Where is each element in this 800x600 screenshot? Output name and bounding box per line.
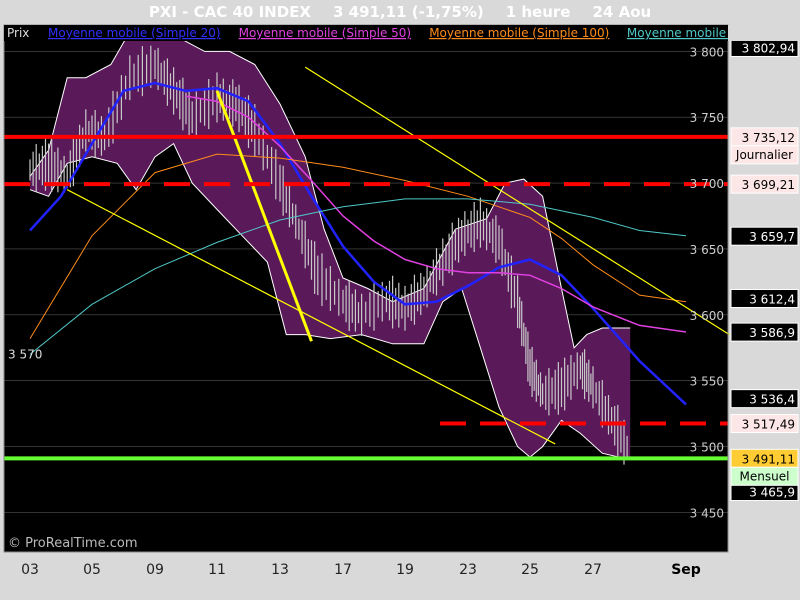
level-tag-label: Journalier bbox=[735, 148, 793, 162]
level-value-label: 3 491,11 bbox=[742, 452, 795, 466]
x-tick-label: 09 bbox=[146, 562, 164, 578]
left-level-label: 3 570 bbox=[8, 347, 42, 361]
y-tick-label: 3 750 bbox=[690, 111, 724, 125]
y-tick-label: 3 550 bbox=[690, 375, 724, 389]
y-tick-label: 3 450 bbox=[690, 506, 724, 520]
x-tick-label: 23 bbox=[459, 562, 477, 578]
x-tick-label: 03 bbox=[21, 562, 39, 578]
chart-window: PXI - CAC 40 INDEX 3 491,11 (-1,75%) 1 h… bbox=[0, 0, 800, 600]
axis-value-label: 3 802,94 bbox=[742, 41, 795, 55]
x-tick-label: 05 bbox=[83, 562, 101, 578]
level-value-label: 3 517,49 bbox=[742, 418, 795, 432]
x-tick-label: 25 bbox=[521, 562, 539, 578]
level-value-label: 3 735,12 bbox=[742, 131, 795, 145]
x-tick-label: 13 bbox=[271, 562, 289, 578]
legend-item-2: Moyenne mobile (Simple 50) bbox=[239, 26, 412, 40]
level-value-label: 3 699,21 bbox=[742, 178, 795, 192]
level-tag-label: Mensuel bbox=[740, 469, 790, 483]
x-tick-label: 11 bbox=[208, 562, 226, 578]
axis-value-label: 3 659,7 bbox=[749, 230, 795, 244]
watermark-text: © ProRealTime.com bbox=[8, 536, 138, 551]
x-tick-label: 17 bbox=[334, 562, 352, 578]
legend-item-1: Moyenne mobile (Simple 20) bbox=[48, 26, 221, 40]
x-tick-label: 19 bbox=[396, 562, 414, 578]
y-tick-label: 3 650 bbox=[690, 243, 724, 257]
y-tick-label: 3 600 bbox=[690, 309, 724, 323]
axis-value-label: 3 612,4 bbox=[749, 293, 795, 307]
y-tick-label: 3 700 bbox=[690, 177, 724, 191]
axis-value-label: 3 465,9 bbox=[749, 486, 795, 500]
x-tick-label: 27 bbox=[584, 562, 602, 578]
y-tick-label: 3 800 bbox=[690, 45, 724, 59]
x-tick-label: Sep bbox=[671, 562, 701, 578]
axis-value-label: 3 536,4 bbox=[749, 393, 795, 407]
price-chart[interactable]: 3 570 3 450 3 500 3 550 3 600 3 650 3 700 3 750… bbox=[0, 0, 800, 600]
legend-clip bbox=[728, 25, 800, 41]
legend-prix: Prix bbox=[7, 26, 29, 40]
y-tick-label: 3 500 bbox=[690, 441, 724, 455]
axis-value-label: 3 586,9 bbox=[749, 326, 795, 340]
legend-item-3: Moyenne mobile (Simple 100) bbox=[429, 26, 609, 40]
